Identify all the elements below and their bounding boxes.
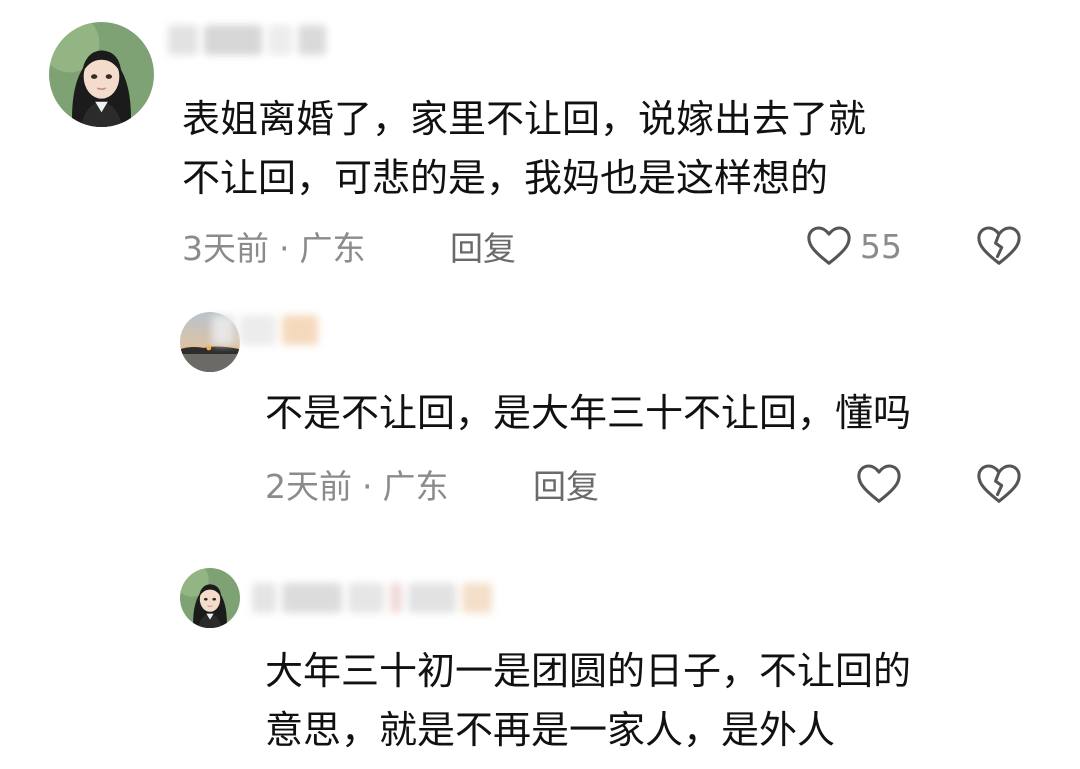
comment-meta: 2天前 · 广东 <box>265 467 449 507</box>
timestamp: 2天前 <box>265 467 352 506</box>
broken-heart-icon <box>977 226 1021 265</box>
meta-separator: · <box>362 467 373 506</box>
dislike-button[interactable] <box>976 462 1022 510</box>
avatar-girl-illustration <box>49 22 154 127</box>
location: 广东 <box>299 229 366 268</box>
username-blurred[interactable] <box>168 22 326 58</box>
comment-text-line-1: 大年三十初一是团圆的日子，不让回的 <box>265 649 912 693</box>
heart-outline-icon <box>857 464 901 503</box>
comment-text-line-2: 意思，就是不再是一家人，是外人 <box>265 708 836 752</box>
avatar[interactable] <box>180 568 240 628</box>
comment-text-line-1: 表姐离婚了，家里不让回，说嫁出去了就 <box>182 97 867 141</box>
like-count: 55 <box>860 226 902 266</box>
broken-heart-icon <box>977 464 1021 503</box>
username-blurred[interactable] <box>212 312 318 348</box>
avatar-girl-illustration <box>180 568 240 628</box>
timestamp: 3天前 <box>182 229 269 268</box>
comment-meta: 3天前 · 广东 <box>182 229 366 269</box>
username-blurred[interactable] <box>252 580 492 616</box>
like-button[interactable] <box>856 462 902 506</box>
like-button[interactable]: 55 <box>806 224 902 268</box>
comment-text-line-2: 不让回，可悲的是，我妈也是这样想的 <box>182 156 829 200</box>
avatar[interactable] <box>49 22 154 127</box>
reply-button[interactable]: 回复 <box>450 229 516 269</box>
reply-button[interactable]: 回复 <box>533 467 599 507</box>
dislike-button[interactable] <box>976 224 1022 272</box>
location: 广东 <box>382 467 449 506</box>
meta-separator: · <box>279 229 290 268</box>
comment-text-line-1: 不是不让回，是大年三十不让回，懂吗 <box>265 391 912 435</box>
heart-outline-icon <box>807 226 851 265</box>
